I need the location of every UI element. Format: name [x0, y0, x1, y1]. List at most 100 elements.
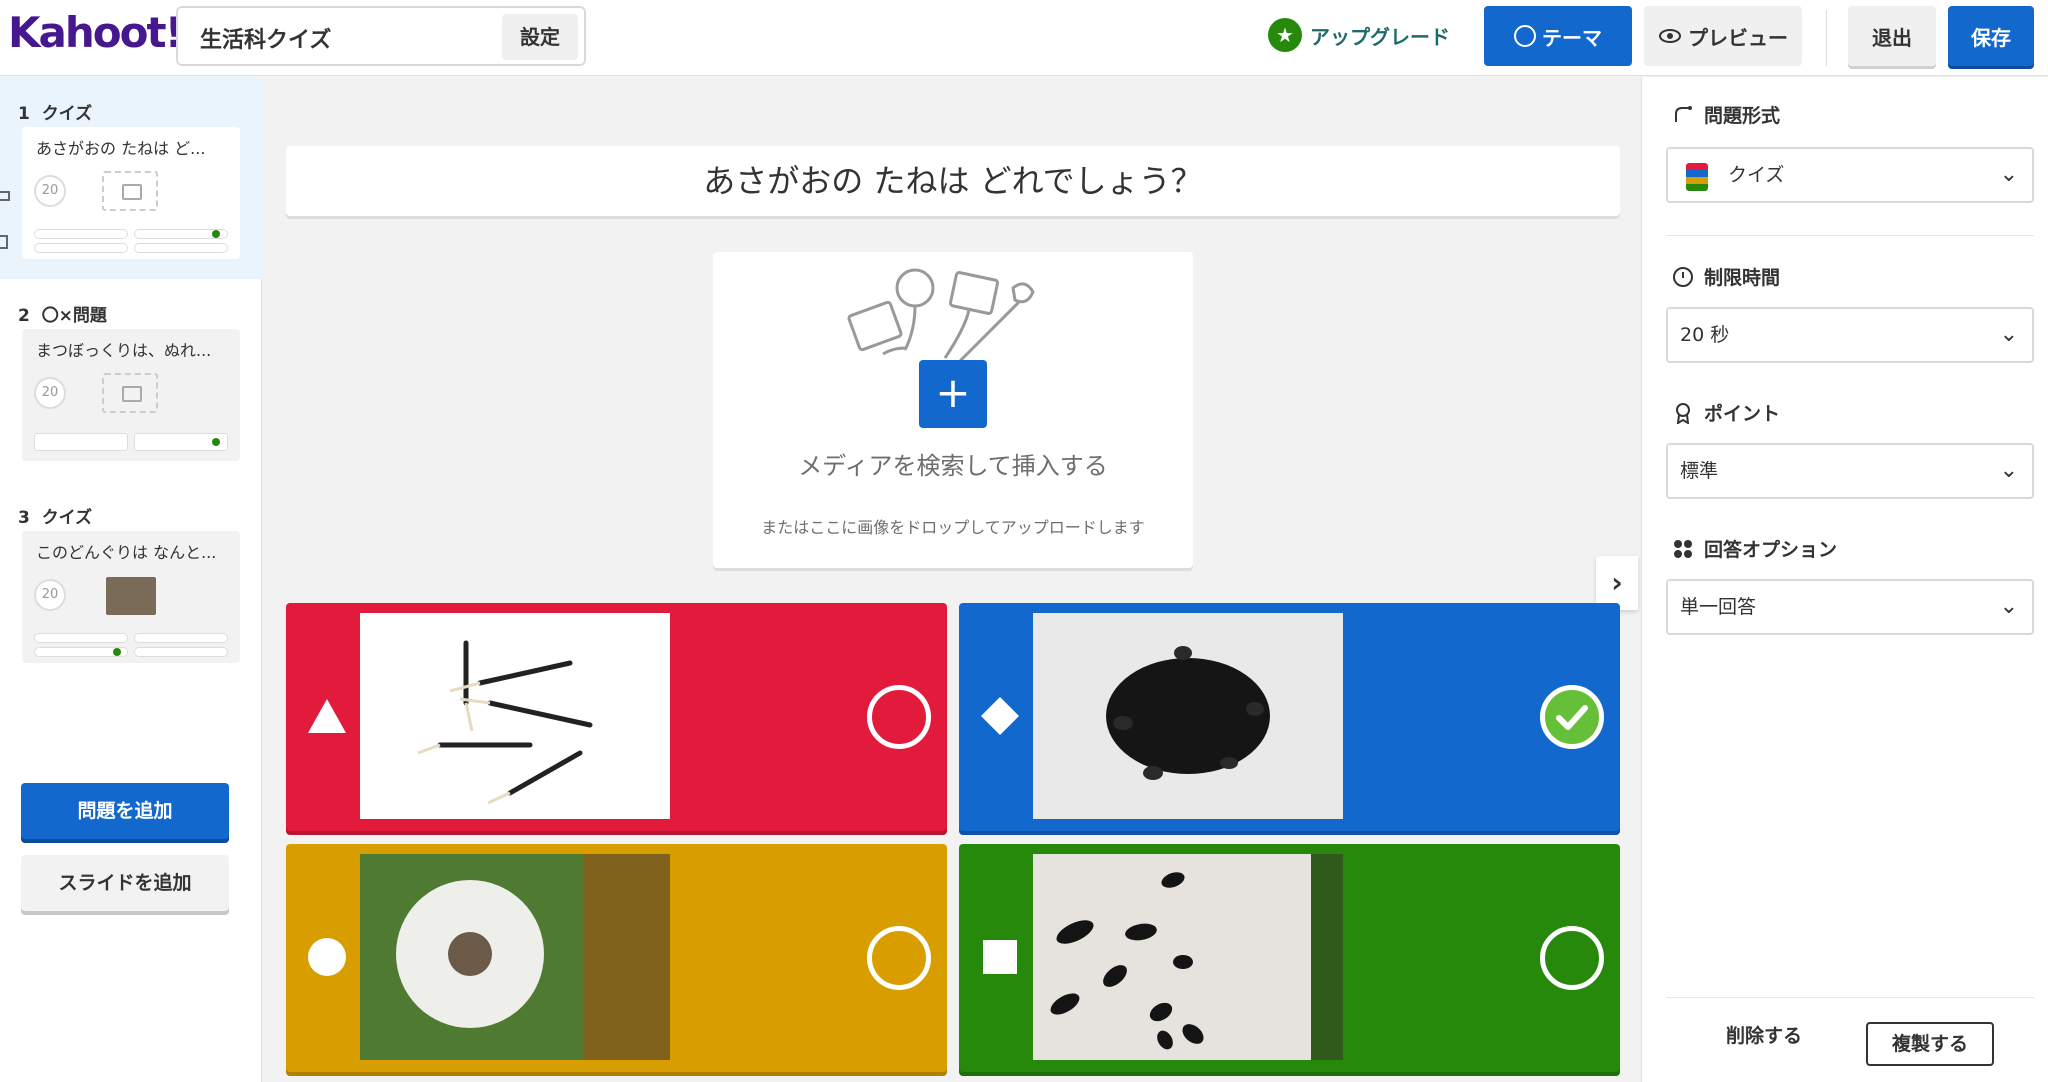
correct-dot [113, 648, 121, 656]
eye-icon [1659, 29, 1681, 43]
timer-badge: 20 [34, 579, 66, 611]
time-limit-title: 制限時間 [1672, 263, 1780, 290]
points-select[interactable]: 標準 ⌄ [1666, 443, 2034, 499]
clock-icon [1673, 266, 1693, 287]
answer-image[interactable] [360, 613, 670, 819]
answer-bar [34, 229, 128, 239]
media-drop-zone[interactable]: + メディアを検索して挿入する またはここに画像をドロップしてアップロードします [713, 252, 1193, 568]
duplicate-icon[interactable] [0, 191, 10, 201]
question-item-3[interactable]: 3 クイズ このどんぐりは なんと... 20 [0, 481, 262, 681]
divider [1666, 997, 2034, 998]
correct-toggle[interactable] [867, 685, 931, 749]
time-limit-select[interactable]: 20 秒 ⌄ [1666, 307, 2034, 363]
quiz-title-field[interactable]: 生活科クイズ 設定 [176, 6, 586, 66]
duplicate-button[interactable]: 複製する [1866, 1022, 1994, 1066]
answer-bar [34, 633, 128, 643]
delete-button[interactable]: 削除する [1726, 1021, 1802, 1048]
upgrade-link[interactable]: ★ アップグレード [1268, 18, 1450, 52]
checkmark-icon [1556, 705, 1588, 730]
media-doodle-icon [847, 268, 1035, 364]
question-thumbnail[interactable]: まつぼっくりは、ぬれ... 20 [22, 329, 240, 461]
save-button[interactable]: 保存 [1948, 6, 2034, 66]
media-label: メディアを検索して挿入する [798, 452, 1108, 480]
question-type: 〇×問題 [41, 306, 107, 326]
preview-button[interactable]: プレビュー [1644, 6, 1802, 66]
dandelion-puff-image [360, 854, 670, 1060]
correct-dot [212, 230, 220, 238]
time-limit-label: 制限時間 [1704, 267, 1781, 289]
quiz-title: 生活科クイズ [200, 28, 332, 53]
answer-image[interactable] [1033, 854, 1343, 1060]
settings-button[interactable]: 設定 [502, 14, 578, 60]
medal-icon [1676, 402, 1690, 424]
points-title: ポイント [1672, 399, 1780, 426]
dandelion-seeds-image [360, 613, 670, 819]
answer-image[interactable] [360, 854, 670, 1060]
circle-icon [308, 938, 346, 976]
answer-bar [34, 433, 128, 451]
question-thumbnail[interactable]: このどんぐりは なんと... 20 [22, 531, 240, 663]
question-preview-text: このどんぐりは なんと... [36, 543, 217, 562]
correct-toggle[interactable] [867, 926, 931, 990]
kahoot-logo[interactable]: Kahoot! [8, 8, 184, 57]
answer-image[interactable] [1033, 613, 1343, 819]
answer-bar [34, 243, 128, 253]
answer-options-title: 回答オプション [1672, 535, 1837, 562]
answer-options-value: 単一回答 [1680, 596, 1757, 618]
correct-dot [212, 438, 220, 446]
question-item-1[interactable]: 1 クイズ あさがおの たねは ど... 20 [0, 77, 262, 279]
palette-icon [1514, 25, 1536, 47]
timer-badge: 20 [34, 175, 66, 207]
divider [1826, 10, 1827, 66]
question-text-field[interactable]: あさがおの たねは どれでしょう？ [286, 146, 1620, 216]
correct-toggle[interactable] [1540, 926, 1604, 990]
chevron-down-icon: ⌄ [1999, 458, 2018, 483]
sunflower-seeds-image [1033, 854, 1343, 1060]
answer-yellow[interactable] [286, 844, 947, 1072]
trash-icon[interactable] [0, 235, 8, 249]
answer-green[interactable] [959, 844, 1620, 1072]
answer-bar [134, 243, 228, 253]
question-preview-text: あさがおの たねは ど... [36, 139, 206, 158]
add-media-button[interactable]: + [919, 360, 987, 428]
points-label: ポイント [1704, 403, 1781, 425]
add-slide-button[interactable]: スライドを追加 [21, 855, 229, 911]
answer-bar [134, 633, 228, 643]
add-question-button[interactable]: 問題を追加 [21, 783, 229, 839]
question-number: 1 [18, 104, 30, 124]
question-item-2[interactable]: 2 〇×問題 まつぼっくりは、ぬれ... 20 [0, 279, 262, 479]
question-type-select[interactable]: クイズ ⌄ [1666, 147, 2034, 203]
question-type-icon [1675, 105, 1692, 122]
collapse-panel-button[interactable]: › [1596, 556, 1638, 610]
question-type: クイズ [41, 508, 93, 528]
question-type-value: クイズ [1728, 164, 1785, 186]
correct-toggle[interactable] [1540, 685, 1604, 749]
chevron-down-icon: ⌄ [1999, 594, 2018, 619]
triangle-icon [308, 699, 346, 733]
acorn-thumbnail [106, 577, 156, 615]
morning-glory-seeds-image [1033, 613, 1343, 819]
answer-red[interactable] [286, 603, 947, 831]
media-sub-label: またはここに画像をドロップしてアップロードします [761, 518, 1145, 537]
top-bar: Kahoot! 生活科クイズ 設定 ★ アップグレード テーマ プレビュー 退出… [0, 0, 2048, 76]
timer-badge: 20 [34, 377, 66, 409]
question-settings-panel: 問題形式 クイズ ⌄ 制限時間 20 秒 ⌄ ポイント 標準 ⌄ 回答オプション… [1641, 77, 2048, 1082]
question-header: 2 〇×問題 [18, 301, 107, 326]
divider [1666, 235, 2034, 236]
star-icon: ★ [1268, 18, 1302, 52]
quiz-type-icon [1686, 163, 1708, 191]
answer-blue[interactable] [959, 603, 1620, 831]
question-thumbnail[interactable]: あさがおの たねは ど... 20 [22, 127, 240, 259]
answer-bar [134, 647, 228, 657]
answer-options-select[interactable]: 単一回答 ⌄ [1666, 579, 2034, 635]
question-number: 2 [18, 306, 30, 326]
diamond-icon [981, 697, 1019, 735]
chevron-down-icon: ⌄ [1999, 162, 2018, 187]
answer-options-icon [1674, 539, 1692, 558]
time-limit-value: 20 秒 [1680, 324, 1730, 346]
question-type: クイズ [41, 104, 93, 124]
exit-button[interactable]: 退出 [1848, 6, 1936, 66]
question-header: 1 クイズ [18, 99, 92, 124]
square-icon [983, 940, 1017, 974]
theme-button[interactable]: テーマ [1484, 6, 1632, 66]
